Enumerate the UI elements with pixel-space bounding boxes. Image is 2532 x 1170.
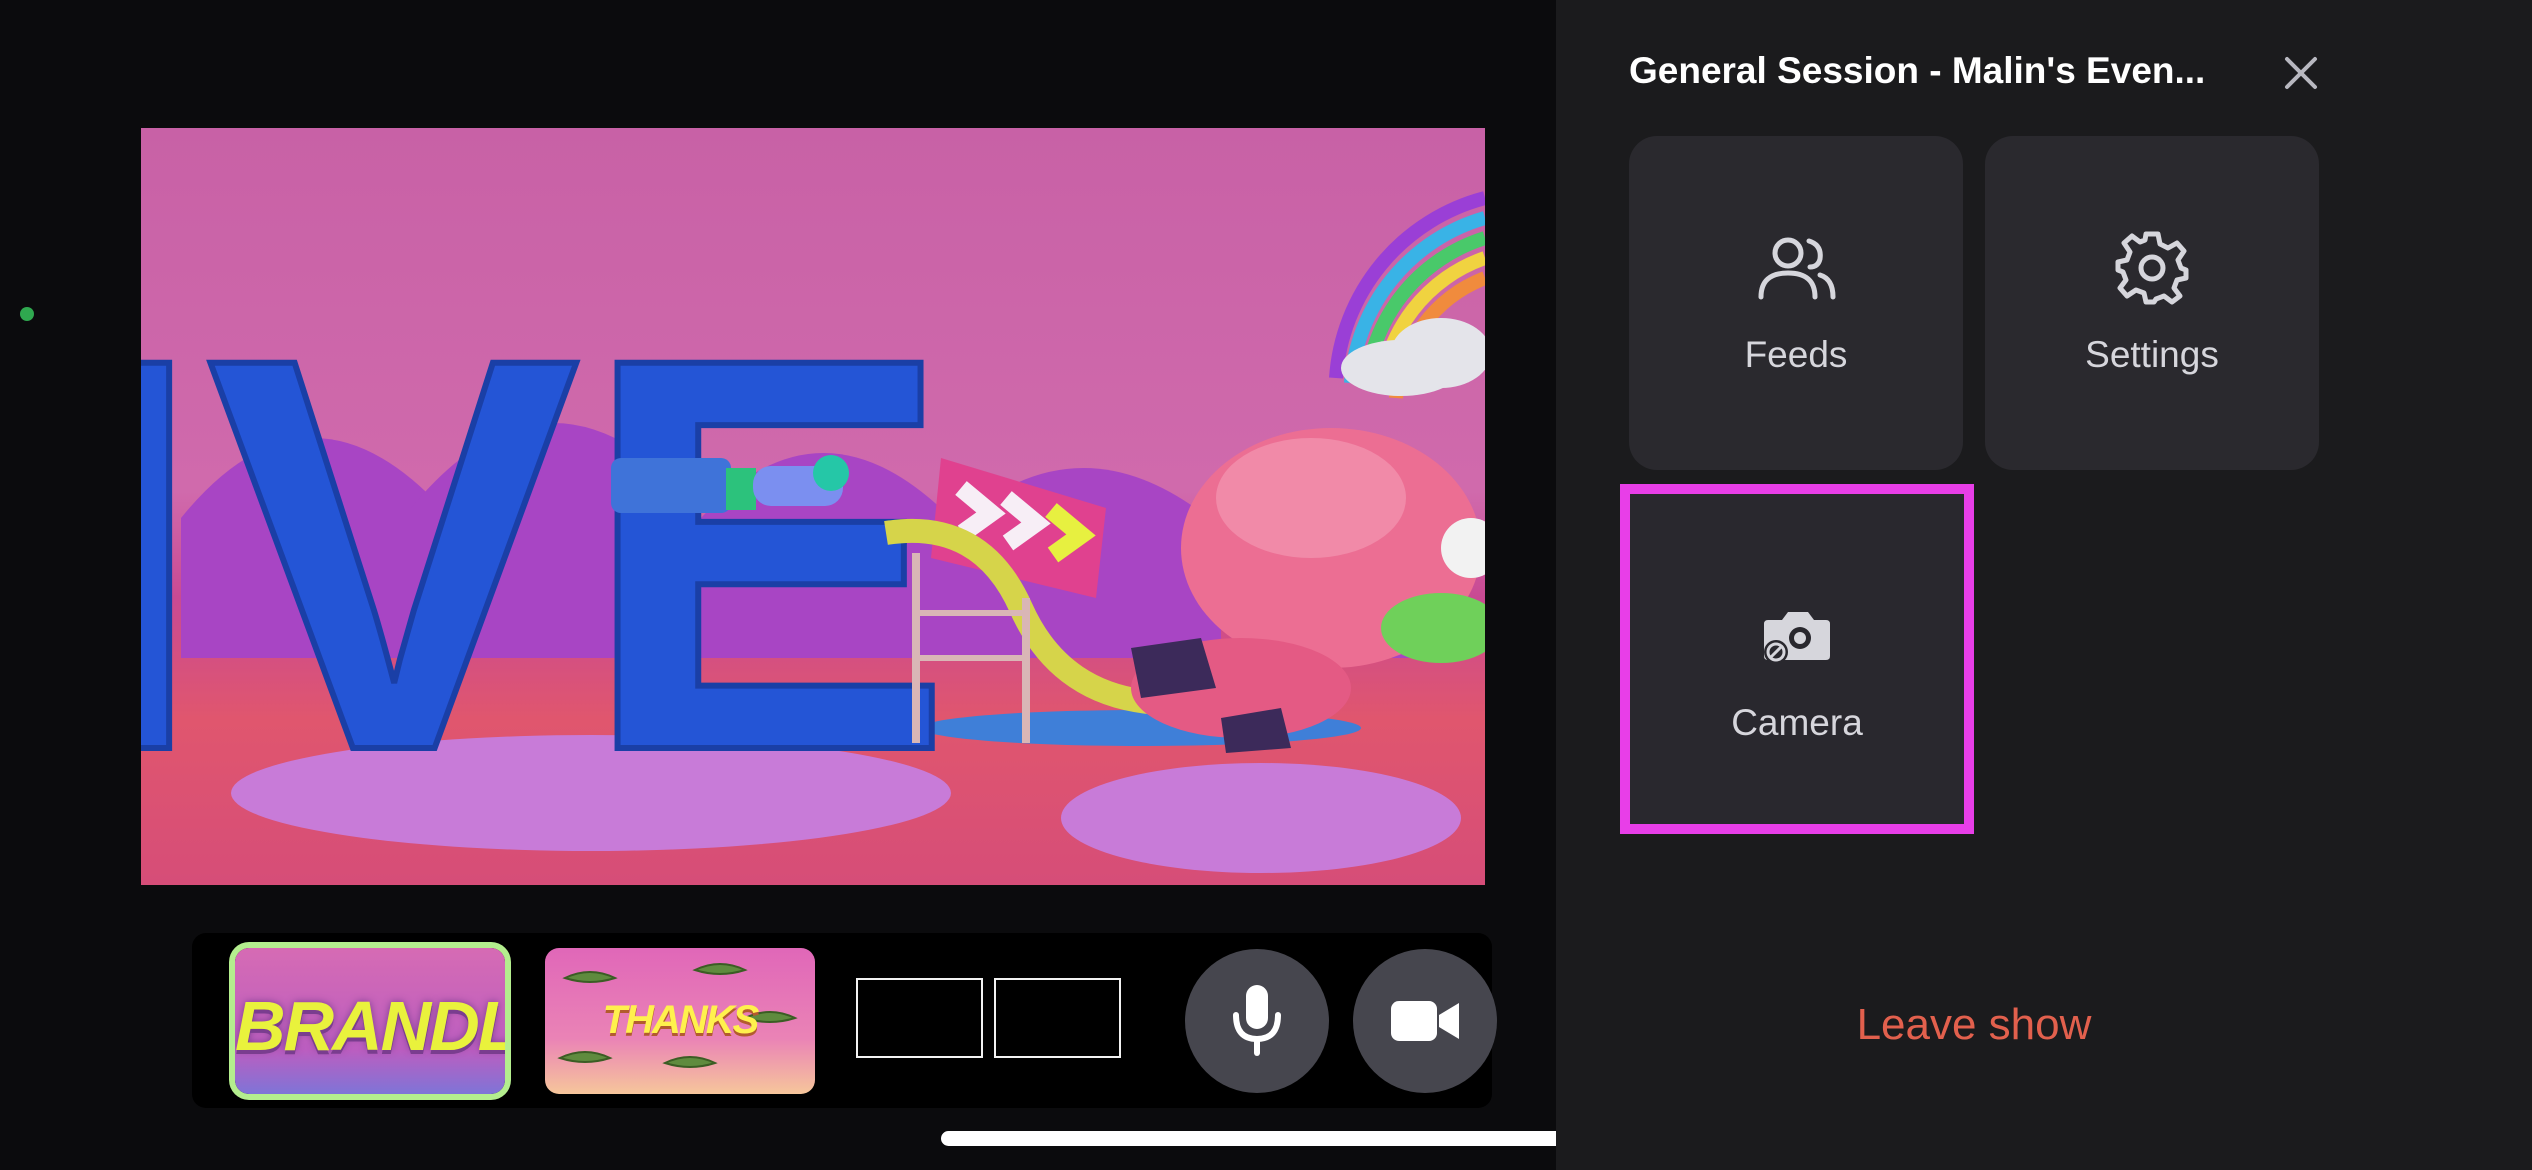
close-button[interactable] xyxy=(2278,50,2324,96)
video-toggle-button[interactable] xyxy=(1353,949,1497,1093)
camera-switch-icon xyxy=(1764,612,1830,664)
mic-button[interactable] xyxy=(1185,949,1329,1093)
status-indicator xyxy=(20,307,34,321)
gear-icon xyxy=(2115,231,2189,305)
settings-label: Settings xyxy=(2085,334,2219,375)
scene-thumbnail-label: BRANDLIVE xyxy=(235,987,505,1065)
microphone-icon xyxy=(1233,985,1281,1056)
camera-label: Camera xyxy=(1731,702,1863,743)
leave-show-button[interactable]: Leave show xyxy=(1774,1000,2174,1050)
camera-button[interactable]: Camera xyxy=(1620,484,1974,834)
settings-button[interactable]: Settings xyxy=(1985,136,2319,470)
scene-thumbnail-thanks[interactable]: THANKS xyxy=(545,948,815,1094)
scene-thumbnail-label: THANKS xyxy=(602,998,760,1042)
main-video-preview: IVE xyxy=(141,128,1485,885)
session-title: General Session - Malin's Even... xyxy=(1629,50,2206,91)
video-camera-icon xyxy=(1391,1001,1459,1041)
feeds-button[interactable]: Feeds xyxy=(1629,136,1963,470)
empty-scene-slot[interactable] xyxy=(856,978,983,1058)
feeds-label: Feeds xyxy=(1744,334,1848,375)
home-indicator xyxy=(941,1131,1592,1146)
scene-thumbnail-brandlive[interactable]: BRANDLIVE xyxy=(235,948,505,1094)
users-icon xyxy=(1758,237,1836,300)
close-icon xyxy=(2285,57,2317,89)
empty-scene-slot[interactable] xyxy=(994,978,1121,1058)
video-sign-text: IVE xyxy=(141,241,954,867)
